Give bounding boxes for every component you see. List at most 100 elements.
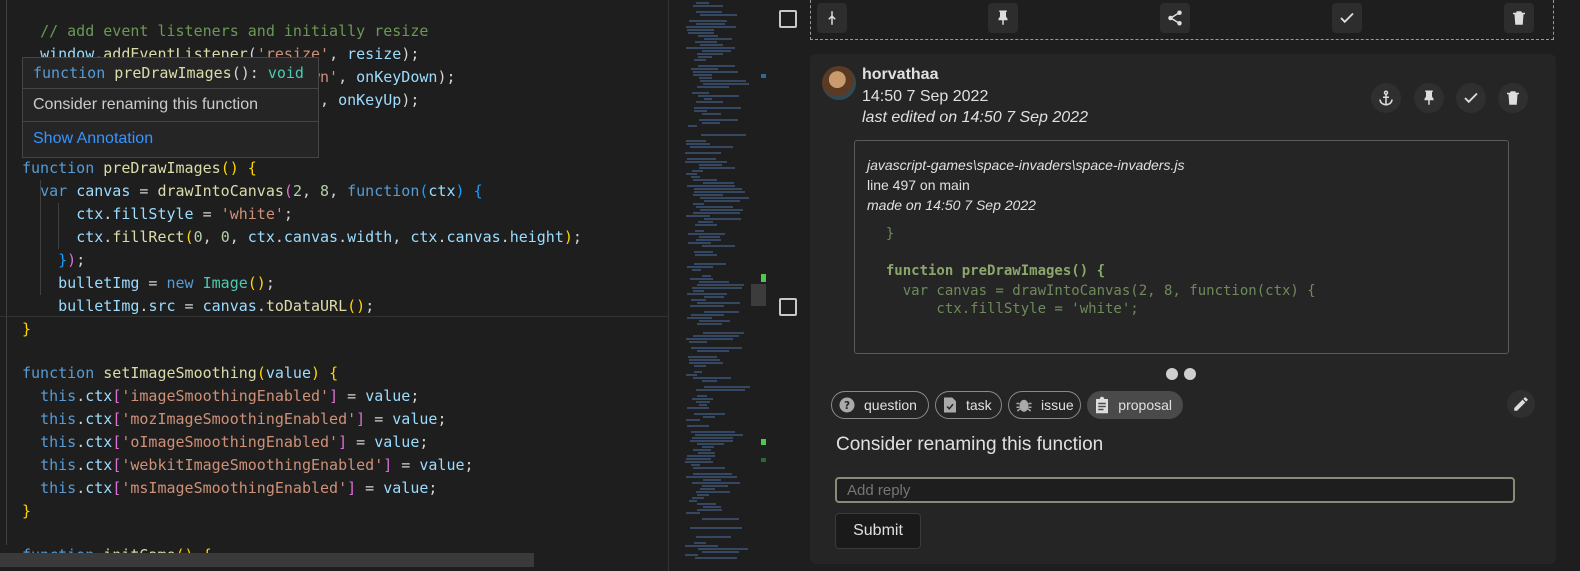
snippet-code-line: ctx.fillStyle = 'white'; xyxy=(869,301,1139,317)
minimap-line xyxy=(687,317,712,319)
minimap-line xyxy=(702,275,711,277)
merge-button[interactable] xyxy=(817,3,847,33)
horizontal-scrollbar[interactable] xyxy=(0,553,534,567)
minimap-line xyxy=(691,347,742,349)
minimap-line xyxy=(686,374,697,376)
minimap-line xyxy=(697,503,716,505)
pin-button[interactable] xyxy=(1414,83,1444,113)
minimap-line xyxy=(686,140,706,142)
signature-name: preDrawImages xyxy=(114,64,232,82)
minimap-line xyxy=(686,47,735,49)
minimap-line xyxy=(686,458,711,460)
minimap-line xyxy=(685,461,713,463)
minimap-line xyxy=(700,488,715,490)
tag-issue[interactable]: issue xyxy=(1008,391,1081,419)
minimap-line xyxy=(697,443,724,445)
minimap-line xyxy=(693,71,738,73)
minimap-line xyxy=(689,20,727,22)
minimap-line xyxy=(692,92,709,94)
minimap-line xyxy=(702,518,739,520)
snippet-line: line 497 on main xyxy=(867,177,970,193)
submit-button[interactable]: Submit xyxy=(835,513,921,549)
minimap-line xyxy=(691,176,700,178)
tag-label: proposal xyxy=(1118,397,1172,413)
snippet-code-line: function preDrawImages() { xyxy=(869,263,1106,279)
code-line: ctx.fillRect(0, 0, ctx.canvas.width, ctx… xyxy=(76,228,582,246)
minimap-line xyxy=(700,14,737,16)
code-line: ctx.fillStyle = 'white'; xyxy=(76,205,293,223)
minimap-line xyxy=(687,455,715,457)
code-line: function setImageSmoothing(value) { xyxy=(22,364,339,382)
minimap-line xyxy=(693,377,731,379)
minimap-line xyxy=(692,269,701,271)
check-icon xyxy=(1464,92,1478,104)
pin-button[interactable] xyxy=(988,3,1018,33)
delete-button[interactable] xyxy=(1498,83,1528,113)
minimap-line xyxy=(693,449,711,451)
minimap-line xyxy=(686,215,710,217)
minimap-line xyxy=(687,407,709,409)
share-button[interactable] xyxy=(1160,3,1190,33)
minimap-line xyxy=(701,134,746,136)
tag-task[interactable]: task xyxy=(935,391,1002,419)
delete-button[interactable] xyxy=(1504,3,1534,33)
minimap-line xyxy=(693,467,725,469)
minimap-line xyxy=(688,242,711,244)
minimap-line xyxy=(689,341,707,343)
minimap-line xyxy=(698,548,748,550)
minimap-line xyxy=(699,320,730,322)
carousel-dot[interactable] xyxy=(1166,368,1178,380)
minimap-line xyxy=(691,68,718,70)
minimap-line xyxy=(691,431,735,433)
panel-scrollbar[interactable] xyxy=(1556,0,1580,571)
minimap-line xyxy=(689,500,697,502)
hover-message: Consider renaming this function xyxy=(23,89,318,122)
code-snippet[interactable]: javascript-games\space-invaders\space-in… xyxy=(854,140,1509,354)
minimap-line xyxy=(698,56,712,58)
anchor-button[interactable] xyxy=(1371,83,1401,113)
minimap-line xyxy=(700,197,749,199)
bug-icon xyxy=(1015,396,1033,414)
select-all-checkbox[interactable] xyxy=(779,10,797,28)
minimap-line xyxy=(687,29,714,31)
minimap-line xyxy=(693,74,712,76)
minimap-line xyxy=(697,53,723,55)
timestamp: 14:50 7 Sep 2022 xyxy=(862,88,989,105)
minimap-line xyxy=(692,437,733,439)
tag-proposal[interactable]: proposal xyxy=(1087,391,1183,419)
annotation-card: horvathaa 14:50 7 Sep 2022 last edited o… xyxy=(810,54,1556,564)
minimap-line xyxy=(697,350,729,352)
trash-icon xyxy=(1513,11,1525,25)
trash-icon xyxy=(1507,91,1519,105)
minimap-line xyxy=(695,41,717,43)
minimap-line xyxy=(694,59,706,61)
show-annotation-link[interactable]: Show Annotation xyxy=(23,122,318,156)
annotation-checkbox[interactable] xyxy=(779,298,797,316)
merge-icon xyxy=(828,11,836,25)
carousel-dot[interactable] xyxy=(1184,368,1196,380)
minimap-line xyxy=(694,263,726,265)
resolve-button[interactable] xyxy=(1332,3,1362,33)
minimap[interactable] xyxy=(668,0,767,571)
minimap-line xyxy=(702,122,720,124)
minimap-line xyxy=(703,332,744,334)
edit-button[interactable] xyxy=(1507,390,1535,418)
minimap-line xyxy=(692,482,740,484)
resolve-button[interactable] xyxy=(1456,83,1486,113)
minimap-line xyxy=(688,233,725,235)
minimap-line xyxy=(696,389,745,391)
code-line: bulletImg = new Image(); xyxy=(58,274,275,292)
minimap-line xyxy=(704,296,724,298)
minimap-line xyxy=(697,509,722,511)
minimap-line xyxy=(699,404,707,406)
reply-input[interactable] xyxy=(835,477,1515,503)
minimap-line xyxy=(687,425,709,427)
minimap-line xyxy=(691,314,724,316)
minimap-slider[interactable] xyxy=(751,284,767,306)
hover-signature: function preDrawImages(): void xyxy=(23,58,318,89)
code-editor[interactable]: // add event listeners and initially res… xyxy=(0,0,668,571)
minimap-line xyxy=(703,416,715,418)
snippet-code-line: } xyxy=(869,226,895,242)
tag-question[interactable]: ? question xyxy=(831,391,929,419)
bulk-toolbar xyxy=(810,0,1554,40)
